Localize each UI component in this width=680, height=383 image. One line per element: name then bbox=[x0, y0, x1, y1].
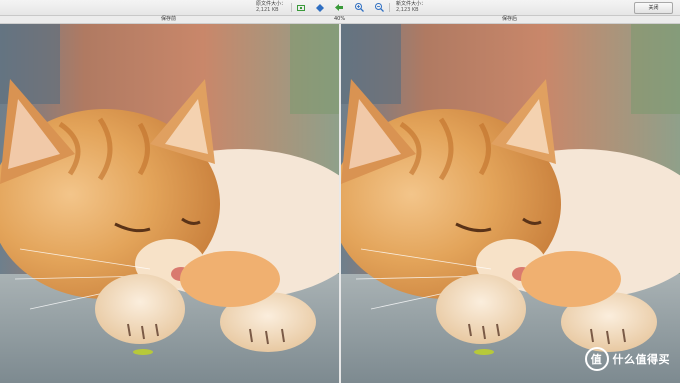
after-label: 保存后 bbox=[502, 16, 518, 22]
after-image-pane[interactable]: 值 什么值得买 bbox=[341, 24, 680, 383]
watermark: 值 什么值得买 bbox=[584, 347, 671, 371]
original-size-value: 2,121 KB bbox=[256, 7, 279, 13]
toolbar: 原文件大小： 2,121 KB 新文件大小： 2,123 KB 关闭 bbox=[0, 0, 680, 16]
new-size-value: 2,123 KB bbox=[396, 7, 419, 13]
before-image-pane[interactable] bbox=[0, 24, 339, 383]
back-arrow-icon bbox=[335, 4, 343, 11]
zoom-out-icon bbox=[374, 3, 384, 12]
cat-photo-after bbox=[341, 24, 680, 383]
back-button[interactable] bbox=[334, 3, 344, 12]
close-button[interactable]: 关闭 bbox=[634, 2, 673, 14]
watermark-logo: 值 bbox=[584, 347, 609, 371]
new-size-info: 新文件大小： 2,123 KB bbox=[396, 1, 426, 13]
actual-size-button[interactable] bbox=[315, 3, 325, 12]
label-bar: 保存前 40% 保存后 bbox=[0, 16, 680, 24]
before-label: 保存前 bbox=[161, 16, 177, 22]
zoom-out-button[interactable] bbox=[374, 3, 384, 12]
fit-button[interactable] bbox=[296, 3, 306, 12]
original-size-info: 原文件大小： 2,121 KB bbox=[256, 1, 286, 13]
cat-photo-before bbox=[0, 24, 339, 383]
zoom-in-icon bbox=[354, 3, 364, 12]
separator bbox=[389, 3, 390, 12]
zoom-in-button[interactable] bbox=[354, 3, 364, 12]
watermark-text: 什么值得买 bbox=[612, 353, 670, 366]
zoom-level: 40% bbox=[334, 16, 346, 22]
separator bbox=[291, 3, 292, 12]
fit-icon bbox=[297, 4, 305, 11]
actual-size-icon bbox=[316, 3, 324, 12]
